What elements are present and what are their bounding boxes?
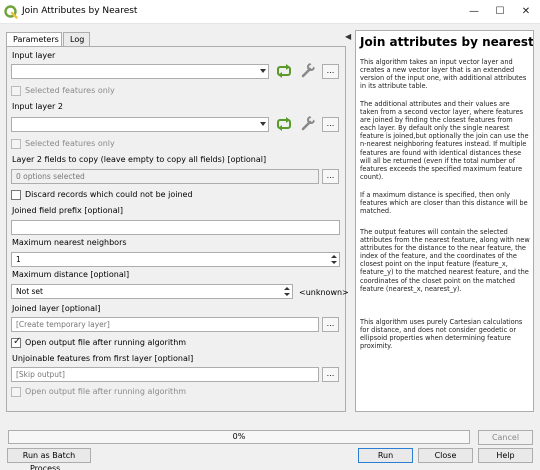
input-layer-label: Input layer (12, 51, 56, 60)
fields-to-copy-label: Layer 2 fields to copy (leave empty to c… (12, 155, 267, 164)
max-neighbors-spinbox[interactable]: 1 (11, 252, 340, 267)
max-distance-spinbox[interactable]: Not set (11, 284, 293, 299)
close-button[interactable]: Close (418, 448, 473, 463)
input-layer-2-label: Input layer 2 (12, 102, 63, 111)
unjoinable-browse-button[interactable]: ... (322, 367, 339, 382)
joined-layer-output-input[interactable]: [Create temporary layer] (11, 317, 319, 332)
max-neighbors-label: Maximum nearest neighbors (12, 238, 127, 247)
input-layer-2-browse-button[interactable]: ... (322, 117, 339, 132)
checkmark-icon: ✓ (13, 336, 22, 347)
collapse-help-icon[interactable]: ◀ (345, 32, 351, 41)
help-paragraph: The output features will contain the sel… (360, 228, 530, 293)
run-button[interactable]: Run (358, 448, 413, 463)
iterate-icon[interactable] (276, 63, 292, 79)
run-as-batch-button[interactable]: Run as Batch Process... (7, 448, 91, 470)
tab-log[interactable]: Log (63, 32, 90, 46)
input-layer-combo[interactable] (11, 64, 269, 79)
chevron-down-icon (260, 122, 266, 126)
help-paragraph: This algorithm uses purely Cartesian cal… (360, 318, 523, 351)
minimize-button[interactable]: — (464, 2, 484, 22)
help-paragraph: This algorithm takes an input vector lay… (360, 58, 527, 91)
spin-arrows-icon[interactable] (282, 285, 292, 298)
maximize-button[interactable]: ☐ (490, 2, 510, 22)
progress-bar: 0% (8, 430, 470, 444)
help-paragraph: The additional attributes and their valu… (360, 100, 529, 181)
fields-to-copy-browse-button[interactable]: ... (322, 169, 339, 184)
spin-arrows-icon[interactable] (329, 253, 339, 266)
input-layer-browse-button[interactable]: ... (322, 64, 339, 79)
unjoinable-features-label: Unjoinable features from first layer [op… (12, 354, 194, 363)
help-panel: Join attributes by nearest This algorith… (355, 30, 534, 412)
cancel-button[interactable]: Cancel (478, 430, 533, 445)
help-paragraph: If a maximum distance is specified, then… (360, 191, 528, 216)
joined-layer-label: Joined layer [optional] (12, 304, 101, 313)
fields-to-copy-input[interactable]: 0 options selected (11, 169, 319, 184)
distance-unit-label: <unknown> (299, 288, 349, 297)
title-bar: Join Attributes by Nearest — ☐ ✕ (0, 0, 540, 24)
joined-field-prefix-label: Joined field prefix [optional] (12, 206, 123, 215)
wrench-settings-icon[interactable] (300, 62, 316, 78)
progress-text: 0% (232, 432, 246, 441)
joined-field-prefix-input[interactable] (11, 220, 340, 235)
input-layer-2-combo[interactable] (11, 117, 269, 132)
unjoinable-output-input[interactable]: [Skip output] (11, 367, 319, 382)
qgis-logo-icon (4, 5, 18, 19)
wrench-settings-icon[interactable] (300, 115, 316, 131)
tab-parameters[interactable]: Parameters (6, 32, 62, 47)
close-window-button[interactable]: ✕ (516, 2, 536, 22)
help-heading: Join attributes by nearest (360, 35, 534, 49)
max-distance-label: Maximum distance [optional] (12, 270, 130, 279)
joined-layer-browse-button[interactable]: ... (322, 317, 339, 332)
window-title: Join Attributes by Nearest (22, 6, 138, 16)
chevron-down-icon (260, 69, 266, 73)
iterate-icon[interactable] (276, 116, 292, 132)
help-button[interactable]: Help (478, 448, 533, 463)
